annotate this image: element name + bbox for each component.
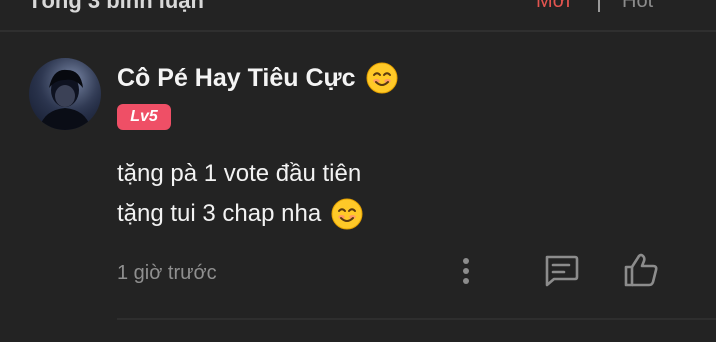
level-badge: Lv5 [117, 104, 171, 130]
comment-icon [545, 255, 579, 287]
comments-header: Tổng 3 bình luận Mới Hot [0, 0, 716, 16]
comment-line: tặng tui 3 chap nha [117, 194, 363, 234]
comment-line-text: tặng tui 3 chap nha [117, 200, 322, 227]
comment-screen: Tổng 3 bình luận Mới Hot Cô Pé Hay Tiêu … [0, 0, 716, 342]
username[interactable]: Cô Pé Hay Tiêu Cực [117, 64, 356, 93]
thumbs-up-icon [624, 253, 658, 287]
comment-timestamp: 1 giờ trước [117, 262, 217, 284]
vertical-dots-icon [463, 258, 469, 284]
reply-button[interactable] [542, 254, 580, 288]
comment-text: tặng pà 1 vote đầu tiên tặng tui 3 chap … [117, 154, 363, 234]
sort-hot-tab[interactable]: Hot [622, 0, 653, 16]
comment-line-text: tặng pà 1 vote đầu tiên [117, 160, 362, 187]
sort-new-tab[interactable]: Mới [536, 0, 570, 16]
header-divider [0, 30, 716, 32]
smiling-face-emoji [366, 62, 398, 94]
comment-line: tặng pà 1 vote đầu tiên [117, 154, 363, 194]
like-button[interactable] [622, 252, 660, 288]
comments-count-title: Tổng 3 bình luận [28, 0, 204, 13]
username-row: Cô Pé Hay Tiêu Cực [117, 60, 398, 96]
sort-divider [598, 0, 600, 12]
comment-divider [117, 318, 716, 320]
more-options-button[interactable] [452, 256, 480, 286]
avatar-image [29, 58, 101, 130]
smiling-face-emoji [331, 198, 363, 230]
avatar[interactable] [29, 58, 101, 130]
